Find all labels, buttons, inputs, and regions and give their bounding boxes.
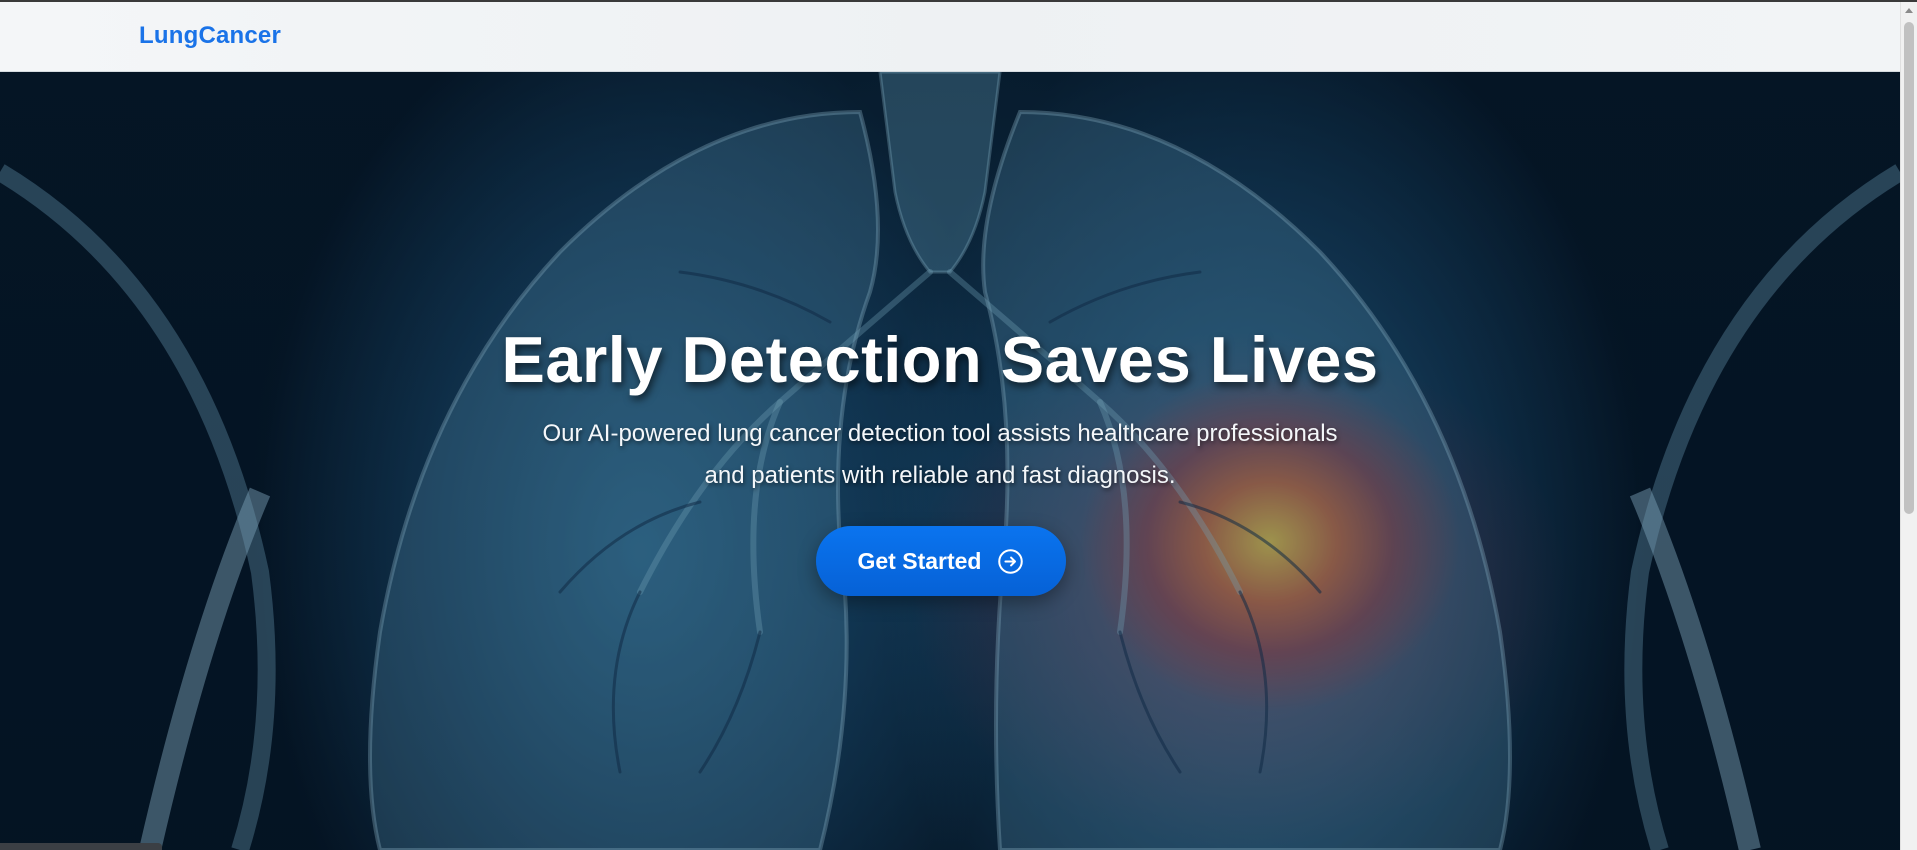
get-started-button[interactable]: Get Started	[816, 526, 1066, 596]
arrow-right-circle-icon	[998, 548, 1024, 574]
hero-section: Early Detection Saves Lives Our AI-power…	[0, 72, 1900, 850]
scroll-up-arrow-icon[interactable]	[1905, 8, 1913, 13]
hero-content: Early Detection Saves Lives Our AI-power…	[0, 72, 1900, 850]
navbar: LungCancer	[0, 2, 1900, 72]
hero-subtitle-line-2: and patients with reliable and fast diag…	[704, 462, 1176, 489]
hero-subtitle-line-1: Our AI-powered lung cancer detection too…	[542, 420, 1338, 447]
page-scrollbar[interactable]	[1900, 2, 1917, 850]
scroll-thumb[interactable]	[1904, 22, 1914, 514]
get-started-label: Get Started	[857, 547, 982, 574]
hero-subtitle: Our AI-powered lung cancer detection too…	[490, 413, 1390, 497]
page: LungCancer Early Detection Saves Lives O…	[0, 0, 1917, 850]
hero-headline: Early Detection Saves Lives	[501, 322, 1379, 396]
status-bar-corner	[0, 843, 162, 850]
brand-logo-link[interactable]: LungCancer	[139, 22, 281, 50]
